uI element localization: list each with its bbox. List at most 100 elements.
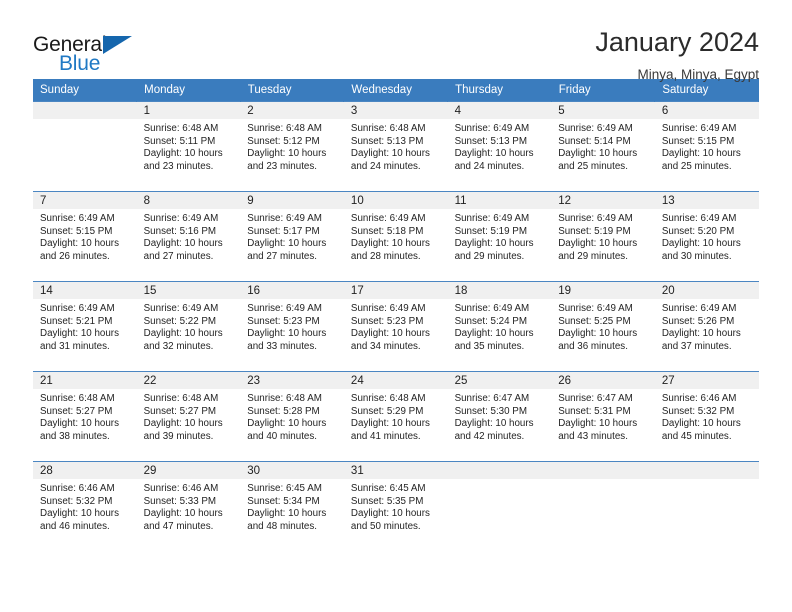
info-line-daylight1: Daylight: 10 hours bbox=[558, 328, 638, 340]
day-sun-info bbox=[33, 119, 137, 123]
info-line-sunset: Sunset: 5:25 PM bbox=[558, 315, 631, 327]
calendar-day-cell[interactable]: 6 Sunrise: 6:49 AM Sunset: 5:15 PM Daylight… bbox=[654, 101, 759, 192]
calendar-day-cell[interactable]: 17 Sunrise: 6:49 AM Sunset: 5:23 PM Dayligh… bbox=[343, 281, 448, 372]
day-sun-info: Sunrise: 6:48 AM Sunset: 5:12 PM Daylight:… bbox=[240, 119, 344, 173]
day-number: 26 bbox=[551, 372, 655, 389]
info-line-daylight2: and 36 minutes. bbox=[558, 340, 628, 352]
calendar-day-cell[interactable]: 4 Sunrise: 6:49 AM Sunset: 5:13 PM Daylight… bbox=[447, 101, 552, 192]
day-sun-info: Sunrise: 6:49 AM Sunset: 5:24 PM Daylight:… bbox=[448, 299, 552, 353]
day-cell-inner: 24 Sunrise: 6:48 AM Sunset: 5:29 PM Dayligh… bbox=[343, 372, 448, 461]
calendar-day-cell[interactable]: 11 Sunrise: 6:49 AM Sunset: 5:19 PM Dayligh… bbox=[447, 191, 552, 282]
calendar-day-cell[interactable]: 15 Sunrise: 6:49 AM Sunset: 5:22 PM Dayligh… bbox=[136, 281, 241, 372]
info-line-sunset: Sunset: 5:23 PM bbox=[350, 315, 424, 327]
info-line-sunrise: Sunrise: 6:49 AM bbox=[661, 123, 737, 134]
calendar-day-cell[interactable]: 24 Sunrise: 6:48 AM Sunset: 5:29 PM Dayligh… bbox=[343, 371, 448, 462]
info-line-sunrise: Sunrise: 6:47 AM bbox=[454, 393, 530, 404]
calendar-day-cell[interactable]: 22 Sunrise: 6:48 AM Sunset: 5:27 PM Dayligh… bbox=[136, 371, 241, 462]
info-line-daylight1: Daylight: 10 hours bbox=[661, 238, 741, 250]
info-line-daylight1: Daylight: 10 hours bbox=[247, 148, 327, 160]
info-line-daylight2: and 27 minutes. bbox=[247, 250, 317, 262]
info-line-daylight1: Daylight: 10 hours bbox=[247, 418, 327, 430]
general-blue-logo[interactable]: General Blue bbox=[33, 27, 143, 75]
info-line-daylight1: Daylight: 10 hours bbox=[40, 418, 119, 430]
info-line-daylight2: and 42 minutes. bbox=[454, 430, 525, 442]
day-cell-inner bbox=[551, 462, 655, 551]
info-line-sunset: Sunset: 5:27 PM bbox=[143, 405, 217, 417]
info-line-daylight1: Daylight: 10 hours bbox=[454, 418, 534, 430]
info-line-daylight2: and 29 minutes. bbox=[454, 250, 525, 262]
day-sun-info: Sunrise: 6:48 AM Sunset: 5:29 PM Daylight:… bbox=[344, 389, 448, 443]
weekday-header-tuesday: Tuesday bbox=[240, 79, 345, 102]
calendar-day-cell[interactable]: 27 Sunrise: 6:46 AM Sunset: 5:32 PM Dayligh… bbox=[654, 371, 759, 462]
calendar-day-cell[interactable]: 16 Sunrise: 6:49 AM Sunset: 5:23 PM Dayligh… bbox=[240, 281, 344, 372]
day-sun-info: Sunrise: 6:46 AM Sunset: 5:32 PM Daylight:… bbox=[33, 479, 137, 533]
calendar-day-cell[interactable]: 8 Sunrise: 6:49 AM Sunset: 5:16 PM Daylight… bbox=[136, 191, 241, 282]
info-line-sunrise: Sunrise: 6:49 AM bbox=[454, 123, 530, 134]
info-line-daylight1: Daylight: 10 hours bbox=[143, 238, 223, 250]
info-line-daylight1: Daylight: 10 hours bbox=[350, 418, 430, 430]
calendar-day-cell[interactable]: 12 Sunrise: 6:49 AM Sunset: 5:19 PM Dayligh… bbox=[551, 191, 655, 282]
calendar-day-cell[interactable]: 23 Sunrise: 6:48 AM Sunset: 5:28 PM Dayligh… bbox=[240, 371, 344, 462]
calendar-day-cell[interactable]: 26 Sunrise: 6:47 AM Sunset: 5:31 PM Dayligh… bbox=[551, 371, 655, 462]
day-number: 27 bbox=[654, 372, 759, 389]
info-line-daylight2: and 35 minutes. bbox=[454, 340, 525, 352]
info-line-sunrise: Sunrise: 6:48 AM bbox=[350, 123, 426, 134]
calendar-day-cell[interactable]: 21 Sunrise: 6:48 AM Sunset: 5:27 PM Dayligh… bbox=[33, 371, 137, 462]
info-line-sunset: Sunset: 5:32 PM bbox=[661, 405, 735, 417]
day-sun-info: Sunrise: 6:49 AM Sunset: 5:21 PM Daylight:… bbox=[33, 299, 137, 353]
day-number: 17 bbox=[343, 282, 448, 299]
info-line-daylight1: Daylight: 10 hours bbox=[661, 328, 741, 340]
calendar-day-cell[interactable]: 19 Sunrise: 6:49 AM Sunset: 5:25 PM Dayligh… bbox=[551, 281, 655, 372]
day-sun-info: Sunrise: 6:49 AM Sunset: 5:23 PM Daylight:… bbox=[240, 299, 344, 353]
day-sun-info: Sunrise: 6:49 AM Sunset: 5:15 PM Daylight:… bbox=[655, 119, 759, 173]
info-line-sunset: Sunset: 5:11 PM bbox=[143, 135, 216, 147]
info-line-daylight1: Daylight: 10 hours bbox=[350, 238, 430, 250]
info-line-daylight2: and 43 minutes. bbox=[558, 430, 628, 442]
calendar-day-cell[interactable]: 28 Sunrise: 6:46 AM Sunset: 5:32 PM Dayligh… bbox=[33, 461, 137, 551]
info-line-sunrise: Sunrise: 6:48 AM bbox=[40, 393, 115, 404]
day-sun-info: Sunrise: 6:49 AM Sunset: 5:19 PM Daylight:… bbox=[448, 209, 552, 263]
calendar-day-cell[interactable]: 1 Sunrise: 6:48 AM Sunset: 5:11 PM Daylight… bbox=[136, 101, 241, 192]
info-line-sunset: Sunset: 5:32 PM bbox=[40, 495, 113, 507]
info-line-daylight2: and 26 minutes. bbox=[40, 250, 110, 262]
calendar-day-cell[interactable]: 9 Sunrise: 6:49 AM Sunset: 5:17 PM Daylight… bbox=[240, 191, 344, 282]
calendar-day-cell[interactable]: 13 Sunrise: 6:49 AM Sunset: 5:20 PM Dayligh… bbox=[654, 191, 759, 282]
calendar-day-cell[interactable]: 7 Sunrise: 6:49 AM Sunset: 5:15 PM Daylight… bbox=[33, 191, 137, 282]
info-line-daylight2: and 46 minutes. bbox=[40, 520, 110, 532]
day-cell-inner: 28 Sunrise: 6:46 AM Sunset: 5:32 PM Dayligh… bbox=[33, 462, 137, 551]
calendar-day-cell[interactable]: 31 Sunrise: 6:45 AM Sunset: 5:35 PM Dayligh… bbox=[343, 461, 448, 551]
day-cell-inner: 9 Sunrise: 6:49 AM Sunset: 5:17 PM Daylight… bbox=[240, 192, 344, 281]
calendar-day-cell[interactable]: 29 Sunrise: 6:46 AM Sunset: 5:33 PM Dayligh… bbox=[136, 461, 241, 551]
day-number: 29 bbox=[136, 462, 241, 479]
calendar-day-cell[interactable]: 20 Sunrise: 6:49 AM Sunset: 5:26 PM Dayligh… bbox=[654, 281, 759, 372]
info-line-daylight2: and 25 minutes. bbox=[558, 160, 628, 172]
info-line-daylight2: and 28 minutes. bbox=[350, 250, 421, 262]
calendar-day-cell[interactable]: 3 Sunrise: 6:48 AM Sunset: 5:13 PM Daylight… bbox=[343, 101, 448, 192]
calendar-day-cell[interactable]: 5 Sunrise: 6:49 AM Sunset: 5:14 PM Daylight… bbox=[551, 101, 655, 192]
calendar-day-cell[interactable]: 25 Sunrise: 6:47 AM Sunset: 5:30 PM Dayligh… bbox=[447, 371, 552, 462]
info-line-sunset: Sunset: 5:29 PM bbox=[350, 405, 424, 417]
day-sun-info: Sunrise: 6:49 AM Sunset: 5:18 PM Daylight:… bbox=[344, 209, 448, 263]
info-line-sunset: Sunset: 5:12 PM bbox=[247, 135, 320, 147]
calendar-day-cell[interactable]: 2 Sunrise: 6:48 AM Sunset: 5:12 PM Daylight… bbox=[240, 101, 344, 192]
day-number: 23 bbox=[240, 372, 344, 389]
day-number: 13 bbox=[654, 192, 759, 209]
info-line-sunset: Sunset: 5:19 PM bbox=[558, 225, 631, 237]
info-line-sunset: Sunset: 5:23 PM bbox=[247, 315, 320, 327]
day-sun-info: Sunrise: 6:49 AM Sunset: 5:16 PM Daylight:… bbox=[137, 209, 241, 263]
triangle-icon bbox=[103, 36, 132, 54]
calendar-day-cell[interactable]: 30 Sunrise: 6:45 AM Sunset: 5:34 PM Dayligh… bbox=[240, 461, 344, 551]
info-line-daylight1: Daylight: 10 hours bbox=[661, 418, 741, 430]
info-line-sunset: Sunset: 5:13 PM bbox=[454, 135, 527, 147]
day-cell-inner: 1 Sunrise: 6:48 AM Sunset: 5:11 PM Daylight… bbox=[136, 102, 241, 191]
info-line-sunset: Sunset: 5:15 PM bbox=[40, 225, 113, 237]
weekday-header-monday: Monday bbox=[136, 79, 241, 102]
day-sun-info: Sunrise: 6:49 AM Sunset: 5:14 PM Daylight:… bbox=[551, 119, 655, 173]
day-cell-inner: 27 Sunrise: 6:46 AM Sunset: 5:32 PM Dayligh… bbox=[654, 372, 759, 461]
calendar-day-cell[interactable]: 14 Sunrise: 6:49 AM Sunset: 5:21 PM Dayligh… bbox=[33, 281, 137, 372]
info-line-daylight2: and 23 minutes. bbox=[143, 160, 214, 172]
day-sun-info: Sunrise: 6:49 AM Sunset: 5:19 PM Daylight:… bbox=[551, 209, 655, 263]
calendar-day-cell[interactable]: 10 Sunrise: 6:49 AM Sunset: 5:18 PM Dayligh… bbox=[343, 191, 448, 282]
calendar-day-cell[interactable]: 18 Sunrise: 6:49 AM Sunset: 5:24 PM Dayligh… bbox=[447, 281, 552, 372]
info-line-sunrise: Sunrise: 6:48 AM bbox=[247, 393, 322, 404]
